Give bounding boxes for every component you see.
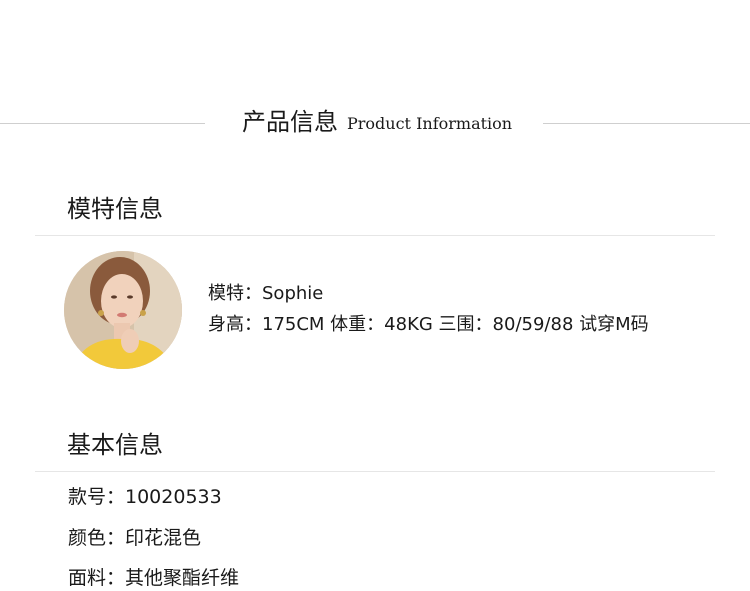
header-divider-right xyxy=(543,123,750,124)
basic-info-heading: 基本信息 xyxy=(67,431,163,459)
product-info-title-en: Product Information xyxy=(347,114,513,133)
basic-info-divider xyxy=(35,471,715,472)
header-divider-left xyxy=(0,123,205,124)
model-measurements-line: 身高：175CM 体重：48KG 三围：80/59/88 试穿M码 xyxy=(208,314,649,335)
style-number-row: 款号：10020533 xyxy=(68,486,222,508)
model-avatar xyxy=(64,251,182,369)
model-name-line: 模特：Sophie xyxy=(208,283,324,304)
fabric-row: 面料：其他聚酯纤维 xyxy=(68,567,240,589)
product-info-title-cn: 产品信息 xyxy=(242,108,338,136)
model-info-divider xyxy=(35,235,715,236)
model-photo-icon xyxy=(64,251,182,369)
product-information-header: 产品信息 Product Information xyxy=(0,104,750,142)
color-row: 颜色：印花混色 xyxy=(68,527,202,549)
model-info-heading: 模特信息 xyxy=(67,195,163,223)
